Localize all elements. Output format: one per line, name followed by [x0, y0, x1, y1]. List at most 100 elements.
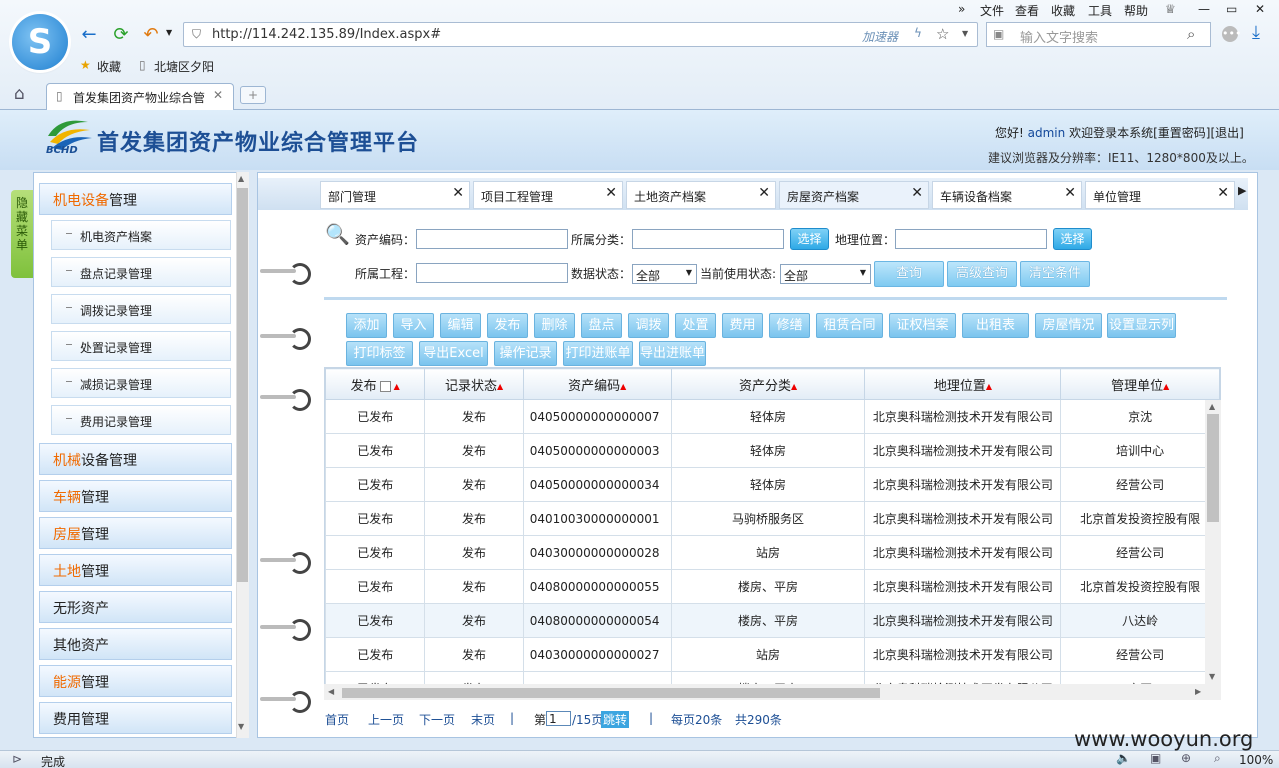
security-icon[interactable]: ⊕: [1181, 751, 1191, 765]
tab-scroll-right-icon[interactable]: ▶: [1238, 184, 1246, 197]
close-icon[interactable]: ✕: [758, 185, 770, 201]
browser-tab[interactable]: ▯ 首发集团资产物业综合管 ✕: [46, 83, 234, 110]
table-row[interactable]: 已发布 发布 04080000000000055 楼房、平房 北京奥科瑞检测技术开发有限…: [325, 569, 1220, 604]
tab-department[interactable]: 部门管理 ✕: [320, 181, 470, 209]
print-receipt-button[interactable]: 打印进账单: [563, 341, 633, 366]
address-bar[interactable]: ⛉ http://114.242.135.89/Index.aspx# 加速器 …: [183, 22, 978, 47]
sidebar-scroll-thumb[interactable]: [237, 188, 248, 582]
sidebar-section-energy[interactable]: 能源管理: [39, 665, 232, 697]
scroll-up-icon[interactable]: ▲: [238, 174, 244, 183]
table-row[interactable]: 已发布 发布 04050000000000007 轻体房 北京奥科瑞检测技术开发有限公司…: [325, 399, 1220, 434]
sidebar-section-house[interactable]: 房屋管理: [39, 517, 232, 549]
delete-button[interactable]: 删除: [534, 313, 575, 338]
last-page-link[interactable]: 末页: [471, 711, 495, 728]
tab-unit[interactable]: 单位管理 ✕: [1085, 181, 1235, 209]
lightning-icon[interactable]: ϟ: [914, 26, 922, 40]
transfer-button[interactable]: 调拨: [628, 313, 669, 338]
skin-icon[interactable]: ♕: [1165, 2, 1176, 16]
column-header-publish[interactable]: 发布 ▲: [325, 368, 426, 400]
tab-vehicle-archive[interactable]: 车辆设备档案 ✕: [932, 181, 1082, 209]
publish-button[interactable]: 发布: [487, 313, 528, 338]
menu-favorites[interactable]: 收藏: [1051, 2, 1075, 19]
scroll-down-icon[interactable]: ▼: [238, 722, 244, 731]
search-input[interactable]: 输入文字搜索: [1020, 27, 1098, 46]
back-icon[interactable]: ←: [78, 24, 100, 46]
inventory-button[interactable]: 盘点: [581, 313, 622, 338]
first-page-link[interactable]: 首页: [325, 711, 349, 728]
export-excel-button[interactable]: 导出Excel: [419, 341, 488, 366]
use-status-select[interactable]: 全部: [780, 264, 871, 284]
column-header-manager[interactable]: 管理单位▲: [1060, 368, 1220, 400]
hide-menu-tab[interactable]: 隐藏菜单: [11, 190, 33, 278]
download-icon[interactable]: ⤓: [1252, 22, 1260, 43]
page-number-input[interactable]: 1: [546, 711, 571, 726]
column-header-asset-category[interactable]: 资产分类▲: [670, 368, 866, 400]
project-input[interactable]: [416, 263, 568, 283]
zoom-icon[interactable]: ⌕: [1214, 751, 1221, 766]
select-all-checkbox[interactable]: [379, 380, 391, 392]
data-status-select[interactable]: 全部: [632, 264, 697, 284]
sidebar-item-asset-archive[interactable]: 机电资产档案: [51, 220, 231, 250]
sidebar-item-transfer[interactable]: 调拨记录管理: [51, 294, 231, 324]
sidebar-section-mechanical-electrical[interactable]: 机电设备管理: [39, 183, 232, 215]
add-button[interactable]: 添加: [346, 313, 387, 338]
star-icon[interactable]: ☆: [936, 25, 949, 43]
edit-button[interactable]: 编辑: [440, 313, 481, 338]
username-link[interactable]: admin: [1028, 126, 1066, 140]
sidebar-item-expense[interactable]: 费用记录管理: [51, 405, 231, 435]
advanced-query-button[interactable]: 高级查询: [947, 261, 1017, 287]
menu-view[interactable]: 查看: [1015, 2, 1039, 19]
refresh-icon[interactable]: ⟳: [110, 24, 132, 46]
query-button[interactable]: 查询: [874, 261, 944, 287]
house-status-button[interactable]: 房屋情况: [1035, 313, 1102, 338]
tab-project[interactable]: 项目工程管理 ✕: [473, 181, 623, 209]
column-header-asset-code[interactable]: 资产编码▲: [522, 368, 672, 400]
sidebar-item-loss[interactable]: 减损记录管理: [51, 368, 231, 398]
fav-link[interactable]: 北塘区夕阳: [154, 58, 214, 75]
search-box[interactable]: ▣ 输入文字搜索 ⌕: [986, 22, 1211, 47]
jump-button[interactable]: 跳转: [601, 711, 630, 728]
sort-icon[interactable]: ▲: [986, 382, 992, 391]
menu-file[interactable]: 文件: [980, 2, 1004, 19]
scroll-right-icon[interactable]: ▶: [1195, 687, 1201, 696]
undo-dropdown-icon[interactable]: ▼: [166, 28, 172, 37]
scroll-up-icon[interactable]: ▲: [1209, 402, 1215, 411]
menu-help[interactable]: 帮助: [1124, 2, 1148, 19]
address-url[interactable]: http://114.242.135.89/Index.aspx#: [212, 27, 441, 42]
tab-house-archive[interactable]: 房屋资产档案 ✕: [779, 181, 929, 209]
sort-icon[interactable]: ▲: [497, 382, 503, 391]
table-row[interactable]: 已发布 发布 04010030000000001 马驹桥服务区 北京奥科瑞检测技术开发有…: [325, 501, 1220, 536]
new-tab-icon[interactable]: +: [240, 86, 266, 104]
close-window-icon[interactable]: ✕: [1255, 2, 1265, 16]
search-icon[interactable]: ⌕: [1187, 25, 1195, 43]
volume-icon[interactable]: 🔈: [1116, 751, 1131, 765]
close-icon[interactable]: ✕: [605, 185, 617, 201]
downloads-icon[interactable]: ▣: [1150, 751, 1161, 765]
rental-table-button[interactable]: 出租表: [962, 313, 1029, 338]
location-select-button[interactable]: 选择: [1053, 228, 1092, 250]
sidebar-section-vehicle[interactable]: 车辆管理: [39, 480, 232, 512]
column-header-location[interactable]: 地理位置▲: [864, 368, 1062, 400]
next-page-link[interactable]: 下一页: [419, 711, 455, 728]
maximize-icon[interactable]: ▭: [1226, 2, 1237, 16]
sort-icon[interactable]: ▲: [1163, 382, 1169, 391]
asset-code-input[interactable]: [416, 229, 568, 249]
reset-password-link[interactable]: [重置密码]: [1153, 126, 1210, 140]
sort-icon[interactable]: ▲: [394, 382, 400, 391]
export-receipt-button[interactable]: 导出进账单: [639, 341, 706, 366]
location-input[interactable]: [895, 229, 1047, 249]
sidebar-section-other[interactable]: 其他资产: [39, 628, 232, 660]
more-icon[interactable]: •••: [1222, 26, 1241, 42]
sidebar-section-machinery[interactable]: 机械设备管理: [39, 443, 232, 475]
sidebar-item-disposal[interactable]: 处置记录管理: [51, 331, 231, 361]
menu-tools[interactable]: 工具: [1088, 2, 1112, 19]
accelerator-label[interactable]: 加速器: [862, 28, 898, 45]
operation-log-button[interactable]: 操作记录: [494, 341, 557, 366]
import-button[interactable]: 导入: [393, 313, 434, 338]
minimize-icon[interactable]: —: [1198, 2, 1210, 16]
table-horizontal-scroll-thumb[interactable]: [342, 688, 880, 698]
close-icon[interactable]: ✕: [452, 185, 464, 201]
table-row[interactable]: 已发布 发布 04080000000000054 楼房、平房 北京奥科瑞检测技术开发有限…: [325, 603, 1220, 638]
table-row[interactable]: 已发布 发布 04030000000000028 站房 北京奥科瑞检测技术开发有限公司经…: [325, 535, 1220, 570]
sidebar-section-land[interactable]: 土地管理: [39, 554, 232, 586]
